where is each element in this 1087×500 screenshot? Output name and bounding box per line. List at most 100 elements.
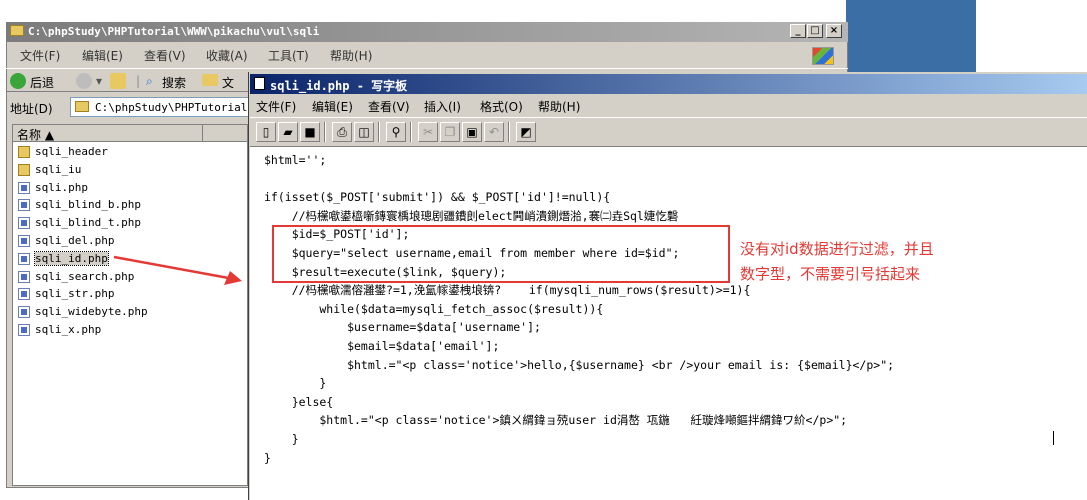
toolbar-separator <box>324 122 326 142</box>
php-file-icon <box>18 288 30 301</box>
menu-edit[interactable]: 编辑(E) <box>82 47 123 64</box>
file-name: sqli_blind_t.php <box>35 216 141 230</box>
wp-menu-file[interactable]: 文件(F) <box>256 98 296 115</box>
code-line: $email=$data['email']; <box>264 338 500 353</box>
annotation-line-1: 没有对id数据进行过滤，并且 <box>740 240 934 258</box>
file-name: sqli_widebyte.php <box>35 305 148 319</box>
php-file-icon <box>18 306 30 319</box>
paste-icon[interactable]: ▣ <box>462 122 482 142</box>
wp-menu-edit[interactable]: 编辑(E) <box>312 98 353 115</box>
undo-icon[interactable]: ↶ <box>484 122 504 142</box>
windows-logo-icon <box>812 47 834 65</box>
copy-icon[interactable]: ❐ <box>440 122 460 142</box>
wp-menu-format[interactable]: 格式(O) <box>480 98 523 115</box>
column-header: 名称 ▲ <box>13 125 247 142</box>
file-row[interactable]: sqli_header <box>15 143 245 161</box>
file-name: sqli_x.php <box>35 322 102 336</box>
menu-favorites[interactable]: 收藏(A) <box>206 47 248 64</box>
address-value: C:\phpStudy\PHPTutorial\W <box>95 101 261 114</box>
code-line: $html.="<p class='notice'>鎮ㄨ緭鍏ョ殑user id涓… <box>264 413 848 428</box>
file-row[interactable]: sqli_del.php <box>15 232 245 250</box>
up-folder-icon[interactable] <box>110 73 126 89</box>
back-icon[interactable] <box>10 73 26 89</box>
save-icon[interactable]: ■ <box>300 122 320 142</box>
text-cursor <box>1053 431 1054 445</box>
file-row[interactable]: sqli_blind_t.php <box>15 214 245 232</box>
explorer-menubar: 文件(F) 编辑(E) 查看(V) 收藏(A) 工具(T) 帮助(H) <box>6 44 848 66</box>
forward-dropdown[interactable]: ▾ <box>96 74 102 88</box>
code-line: } <box>264 376 327 391</box>
folder-icon <box>10 25 24 36</box>
code-line: $html.="<p class='notice'>hello,{$userna… <box>264 357 895 372</box>
wordpad-toolbar: ▯ ▰ ■ ⎙ ◫ ⚲ ✂ ❐ ▣ ↶ ◩ <box>250 117 1087 145</box>
file-row[interactable]: sqli_x.php <box>15 321 245 339</box>
forward-icon[interactable] <box>76 73 92 89</box>
php-file-icon <box>18 181 30 194</box>
open-icon[interactable]: ▰ <box>278 122 298 142</box>
code-line: }else{ <box>264 394 334 409</box>
wp-menu-view[interactable]: 查看(V) <box>368 98 410 115</box>
toolbar-separator <box>378 122 380 142</box>
file-row[interactable]: sqli_blind_b.php <box>15 196 245 214</box>
search-icon[interactable]: ⌕ <box>146 74 153 89</box>
file-name: sqli_blind_b.php <box>35 198 141 212</box>
file-name: sqli.php <box>35 180 88 194</box>
wordpad-titlebar[interactable]: sqli_id.php - 写字板 <box>250 74 1087 94</box>
address-label: 地址(D) <box>10 102 53 116</box>
insert-datetime-icon[interactable]: ◩ <box>516 122 536 142</box>
toolbar-separator <box>508 122 510 142</box>
document-icon <box>254 77 265 90</box>
file-name: sqli_del.php <box>35 233 115 247</box>
file-list: sqli_header sqli_iu sqli.php sqli_blind_b.p… <box>15 143 245 339</box>
folder-icon <box>18 163 30 176</box>
cut-icon[interactable]: ✂ <box>418 122 438 142</box>
menu-tools[interactable]: 工具(T) <box>268 47 309 64</box>
php-file-icon <box>18 270 30 283</box>
wp-menu-help[interactable]: 帮助(H) <box>538 98 580 115</box>
desktop-background <box>846 0 976 76</box>
find-icon[interactable]: ⚲ <box>386 122 406 142</box>
file-row[interactable]: sqli_widebyte.php <box>15 303 245 321</box>
maximize-button[interactable]: □ <box>807 24 823 38</box>
annotation-highlight-box <box>272 225 730 283</box>
annotation-arrow <box>113 255 242 285</box>
code-line: $username=$data['username']; <box>264 320 541 335</box>
explorer-titlebar[interactable]: C:\phpStudy\PHPTutorial\WWW\pikachu\vul\… <box>6 22 848 42</box>
php-file-icon <box>18 323 30 336</box>
close-button[interactable]: × <box>826 24 842 38</box>
menu-file[interactable]: 文件(F) <box>20 47 60 64</box>
wp-menu-insert[interactable]: 插入(I) <box>424 98 461 115</box>
document-editor[interactable]: $html=''; if(isset($_POST['submit']) && $… <box>250 146 1087 500</box>
print-icon[interactable]: ⎙ <box>332 122 352 142</box>
search-button[interactable]: 搜索 <box>162 74 186 91</box>
annotation-text: 没有对id数据进行过滤，并且 数字型，不需要引号括起来 <box>740 237 990 287</box>
folders-icon[interactable] <box>202 74 218 86</box>
print-preview-icon[interactable]: ◫ <box>354 122 374 142</box>
file-list-pane[interactable]: 名称 ▲ sqli_header sqli_iu sqli.php sqli_blin… <box>12 124 248 486</box>
code-line: //杩欓噷鍙橀噺鏄寰楀埌璁剧疆鐨剆elect闁峭潰鍘熸湁,褰㈡垚Sql婕忔礊 <box>264 208 679 223</box>
code-line: } <box>264 450 271 465</box>
toolbar-separator: | <box>136 74 141 88</box>
file-row[interactable]: sqli.php <box>15 179 245 197</box>
column-name-header[interactable]: 名称 ▲ <box>13 125 203 142</box>
file-row[interactable]: sqli_iu <box>15 161 245 179</box>
folder-icon <box>75 101 89 112</box>
menu-view[interactable]: 查看(V) <box>144 47 186 64</box>
new-document-icon[interactable]: ▯ <box>256 122 276 142</box>
back-button[interactable]: 后退 <box>30 74 54 91</box>
toolbar-separator <box>410 122 412 142</box>
php-file-icon <box>18 234 30 247</box>
code-line: } <box>264 431 299 446</box>
code-text: $html=''; if(isset($_POST['submit']) && $… <box>264 151 894 467</box>
annotation-line-2: 数字型，不需要引号括起来 <box>740 265 921 283</box>
arrow-shaft <box>113 255 235 281</box>
wordpad-title: sqli_id.php - 写字板 <box>270 79 408 93</box>
php-file-icon <box>18 217 30 230</box>
menu-help[interactable]: 帮助(H) <box>330 47 372 64</box>
file-name: sqli_iu <box>35 162 82 176</box>
code-line: while($data=mysqli_fetch_assoc($result))… <box>264 301 604 316</box>
minimize-button[interactable]: _ <box>790 24 806 38</box>
file-name: sqli_header <box>35 145 108 158</box>
folders-button[interactable]: 文 <box>222 74 234 91</box>
